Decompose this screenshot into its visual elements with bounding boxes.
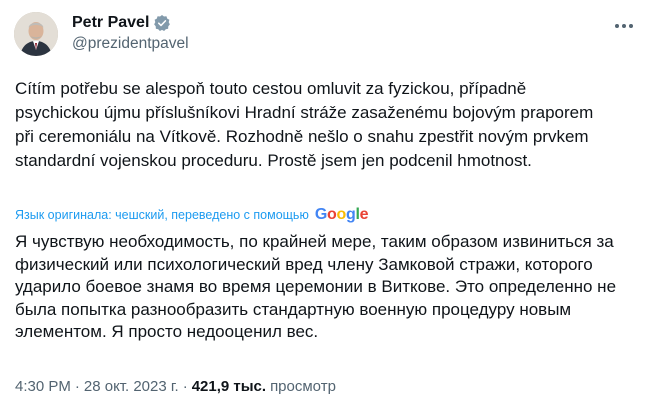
- tweet-time[interactable]: 4:30 PM: [15, 378, 71, 395]
- display-name[interactable]: Petr Pavel: [72, 14, 149, 32]
- separator-dot: ·: [74, 378, 80, 395]
- google-logo: Google: [314, 206, 369, 223]
- profile-photo-icon: [14, 12, 58, 56]
- verified-badge-icon[interactable]: [153, 14, 171, 32]
- translation-label: Язык оригинала: чешский, переведено с по…: [15, 208, 309, 222]
- views-label: просмотр: [270, 378, 336, 395]
- separator-dot: ·: [182, 378, 188, 395]
- tweet-date[interactable]: 28 окт. 2023 г.: [84, 378, 179, 395]
- avatar[interactable]: [14, 12, 58, 56]
- author-block: Petr Pavel @prezidentpavel: [72, 12, 189, 53]
- translation-attribution[interactable]: Язык оригинала: чешский, переведено с по…: [15, 206, 368, 224]
- user-handle[interactable]: @prezidentpavel: [72, 35, 189, 53]
- tweet-meta: 4:30 PM · 28 окт. 2023 г. · 421,9 тыс. п…: [15, 378, 336, 395]
- translated-text: Я чувствую необходимость, по крайней мер…: [15, 232, 617, 341]
- more-options-icon[interactable]: [610, 16, 638, 36]
- views-count[interactable]: 421,9 тыс.: [192, 378, 266, 395]
- tweet-header: Petr Pavel @prezidentpavel: [14, 12, 638, 56]
- tweet-text: Cítím potřebu se alespoň touto cestou om…: [15, 79, 594, 170]
